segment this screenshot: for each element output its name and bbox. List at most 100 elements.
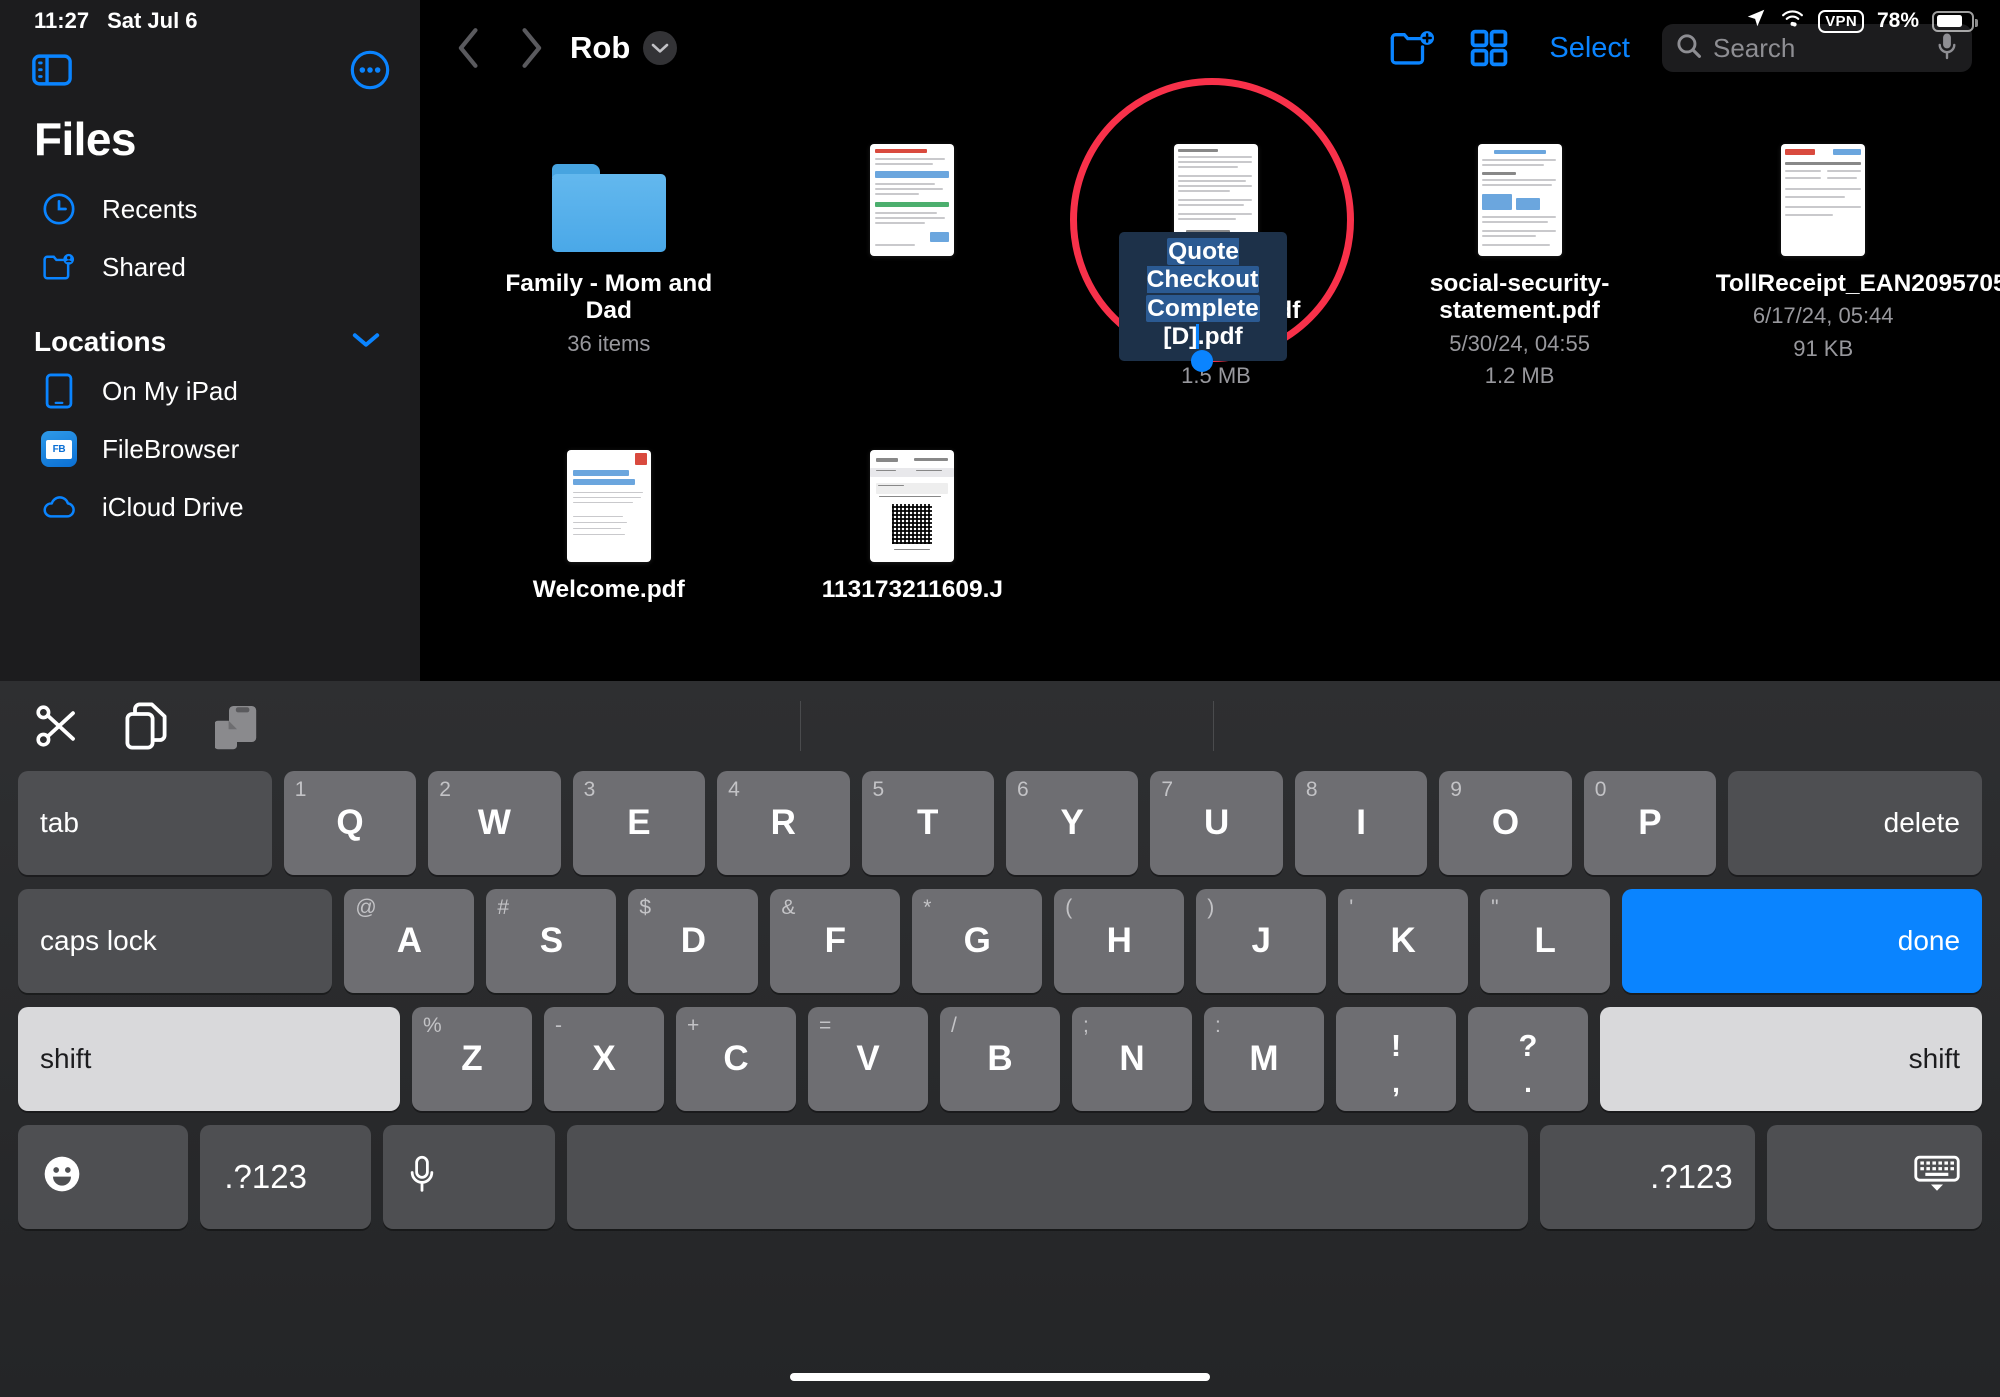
copy-documents-icon[interactable] [120, 699, 174, 753]
document-thumbnail [1781, 144, 1865, 256]
file-name: 113173211609.J [805, 576, 1020, 603]
ipad-icon [42, 374, 76, 408]
key-v[interactable]: =V [808, 1007, 928, 1111]
dismiss-keyboard-icon [1914, 1155, 1960, 1200]
key-numbers-right[interactable]: .?123 [1540, 1125, 1755, 1229]
sidebar-item-shared[interactable]: Shared [0, 238, 420, 296]
key-space[interactable] [567, 1125, 1527, 1229]
key-e[interactable]: 3E [573, 771, 705, 875]
file-item-welcome[interactable]: Welcome.pdf [466, 412, 752, 603]
key-emoji[interactable] [18, 1125, 188, 1229]
filebrowser-badge: FB [46, 440, 72, 459]
key-c[interactable]: +C [676, 1007, 796, 1111]
key-t[interactable]: 5T [862, 771, 994, 875]
on-screen-keyboard: tab 1Q 2W 3E 4R 5T 6Y 7U 8I 9O 0P delete… [0, 681, 2000, 1397]
key-m[interactable]: :M [1204, 1007, 1324, 1111]
keyboard-row-4: .?123 .?123 [18, 1125, 1982, 1229]
sidebar-item-filebrowser[interactable]: FB FileBrowser [0, 420, 420, 478]
sidebar-item-label: On My iPad [102, 376, 238, 407]
rename-selected-text-3: [D] [1163, 323, 1197, 350]
rename-input[interactable]: Quote Checkout Complete [D].pdf [1119, 232, 1287, 361]
sidebar-item-icloud-drive[interactable]: iCloud Drive [0, 478, 420, 536]
key-done[interactable]: done [1622, 889, 1982, 993]
file-name: Welcome.pdf [501, 576, 716, 603]
rename-line-3: [D].pdf [1127, 323, 1279, 351]
chevron-down-icon[interactable] [352, 331, 380, 354]
key-x[interactable]: -X [544, 1007, 664, 1111]
cut-scissors-icon[interactable] [30, 699, 84, 753]
key-l[interactable]: "L [1480, 889, 1610, 993]
rename-selected-text-1: Quote Checkout [1147, 238, 1260, 293]
file-item-amazon-return[interactable]: 113173211609.J [770, 412, 1056, 603]
vpn-badge: VPN [1818, 10, 1864, 33]
keyboard-edit-toolbar [0, 681, 2000, 771]
home-indicator [790, 1373, 1210, 1381]
file-meta: 36 items [567, 330, 650, 358]
key-shift-right[interactable]: shift [1600, 1007, 1982, 1111]
sidebar-toggle-icon[interactable] [32, 53, 72, 87]
status-date: Sat Jul 6 [107, 8, 197, 34]
file-item-renaming[interactable] [770, 106, 1056, 390]
key-s[interactable]: #S [486, 889, 616, 993]
file-item-folder[interactable]: Family - Mom and Dad 36 items [466, 106, 752, 390]
key-f[interactable]: &F [770, 889, 900, 993]
key-o[interactable]: 9O [1439, 771, 1571, 875]
battery-percent: 78% [1877, 9, 1919, 33]
paste-document-icon [210, 699, 264, 753]
key-a[interactable]: @A [344, 889, 474, 993]
file-item-social-security[interactable]: social-security-statement.pdf 5/30/24, 0… [1377, 106, 1663, 390]
sidebar-item-label: Recents [102, 194, 197, 225]
key-u[interactable]: 7U [1150, 771, 1282, 875]
key-z[interactable]: %Z [412, 1007, 532, 1111]
key-k[interactable]: 'K [1338, 889, 1468, 993]
file-name: TollReceipt_EAN2095705.pdf [1716, 270, 1931, 297]
keyboard-row-3: shift %Z -X +C =V /B ;N :M !, ?. shift [18, 1007, 1982, 1111]
key-p[interactable]: 0P [1584, 771, 1716, 875]
rename-line-1: Quote Checkout [1127, 238, 1279, 295]
keyboard-row-2: caps lock @A #S $D &F *G (H )J 'K "L don… [18, 889, 1982, 993]
key-y[interactable]: 6Y [1006, 771, 1138, 875]
document-thumbnail [1478, 144, 1562, 256]
key-d[interactable]: $D [628, 889, 758, 993]
cursor-drag-handle[interactable] [1191, 350, 1213, 372]
document-thumbnail [870, 144, 954, 256]
more-circle-icon[interactable] [350, 50, 390, 90]
key-b[interactable]: /B [940, 1007, 1060, 1111]
file-item-toll-receipt[interactable]: TollReceipt_EAN2095705.pdf 6/17/24, 05:4… [1680, 106, 1966, 390]
key-exclamation-comma[interactable]: !, [1336, 1007, 1456, 1111]
cloud-icon [42, 490, 76, 524]
key-question-period[interactable]: ?. [1468, 1007, 1588, 1111]
key-numbers-left[interactable]: .?123 [200, 1125, 370, 1229]
key-q[interactable]: 1Q [284, 771, 416, 875]
ipad-screen: 11:27 Sat Jul 6 VPN 78% [0, 0, 2000, 1397]
rename-extension-text: .pdf [1198, 323, 1243, 350]
key-i[interactable]: 8I [1295, 771, 1427, 875]
location-arrow-icon [1745, 7, 1767, 35]
folder-icon [552, 164, 666, 252]
sidebar-item-label: Shared [102, 252, 186, 283]
key-g[interactable]: *G [912, 889, 1042, 993]
key-shift-left[interactable]: shift [18, 1007, 400, 1111]
sidebar-section-locations[interactable]: Locations [0, 296, 420, 362]
key-tab[interactable]: tab [18, 771, 272, 875]
sidebar-section-title: Locations [34, 326, 166, 358]
key-h[interactable]: (H [1054, 889, 1184, 993]
keyboard-rows: tab 1Q 2W 3E 4R 5T 6Y 7U 8I 9O 0P delete… [0, 771, 2000, 1229]
rename-line-2: Complete [1127, 295, 1279, 323]
sidebar-item-recents[interactable]: Recents [0, 180, 420, 238]
keyboard-row-1: tab 1Q 2W 3E 4R 5T 6Y 7U 8I 9O 0P delete [18, 771, 1982, 875]
file-date: 6/17/24, 05:44 [1753, 302, 1894, 330]
sidebar-item-on-my-ipad[interactable]: On My iPad [0, 362, 420, 420]
key-j[interactable]: )J [1196, 889, 1326, 993]
sidebar: Files Recents Shared [0, 0, 420, 681]
key-dismiss-keyboard[interactable] [1767, 1125, 1982, 1229]
key-w[interactable]: 2W [428, 771, 560, 875]
key-caps-lock[interactable]: caps lock [18, 889, 332, 993]
key-r[interactable]: 4R [717, 771, 849, 875]
key-n[interactable]: ;N [1072, 1007, 1192, 1111]
file-name: Family - Mom and Dad [501, 270, 716, 325]
key-dictation[interactable] [383, 1125, 555, 1229]
emoji-icon [42, 1154, 82, 1201]
key-delete[interactable]: delete [1728, 771, 1982, 875]
battery-icon [1932, 11, 1974, 32]
